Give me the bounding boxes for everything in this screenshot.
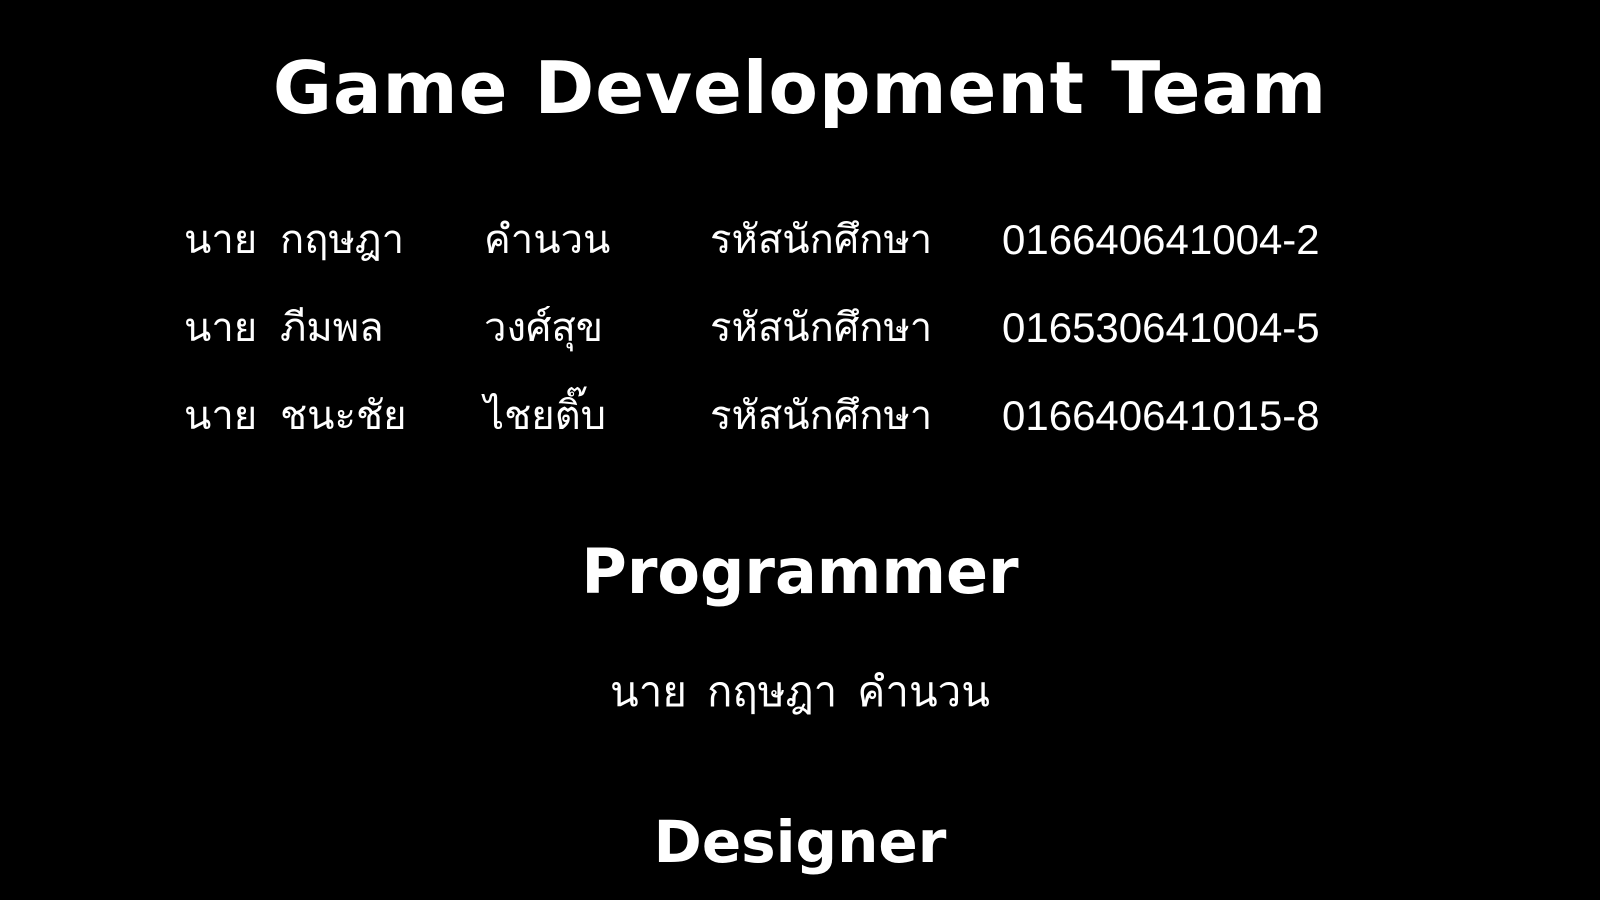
member-first-name: ชนะชัย [280, 393, 407, 439]
member-prefix: นาย [184, 393, 258, 439]
designer-heading: Designer [653, 808, 947, 876]
member-prefix: นาย [184, 305, 258, 351]
student-id-label: รหัสนักศึกษา [710, 393, 933, 439]
member-prefix: นาย [184, 217, 258, 263]
programmer-heading: Programmer [581, 535, 1019, 608]
programmer-last-name: คำนวน [857, 667, 990, 716]
member-last-name: วงศ์สุข [484, 305, 604, 351]
member-last-name: คำนวน [484, 217, 611, 263]
member-last-name: ไชยติ๊บ [484, 393, 607, 439]
team-member-row: นาย ชนะชัย ไชยติ๊บ รหัสนักศึกษา 01664064… [184, 390, 1344, 478]
credits-screen: Game Development Team นาย กฤษฎา คำนวน รห… [0, 0, 1600, 900]
student-id-label: รหัสนักศึกษา [710, 217, 933, 263]
member-first-name: ภีมพล [280, 305, 384, 351]
student-id-value: 016640641015-8 [1002, 392, 1320, 439]
programmer-first-name: กฤษฎา [706, 667, 838, 716]
programmer-prefix: นาย [610, 667, 687, 716]
team-member-list: นาย กฤษฎา คำนวน รหัสนักศึกษา 01664064100… [184, 214, 1344, 478]
programmer-name: นาย กฤษฎา คำนวน [0, 664, 1600, 720]
student-id-label: รหัสนักศึกษา [710, 305, 933, 351]
member-first-name: กฤษฎา [280, 217, 405, 263]
student-id-value: 016530641004-5 [1002, 304, 1320, 351]
team-member-row: นาย กฤษฎา คำนวน รหัสนักศึกษา 01664064100… [184, 214, 1344, 302]
student-id-value: 016640641004-2 [1002, 216, 1320, 263]
page-title: Game Development Team [272, 46, 1328, 130]
team-member-row: นาย ภีมพล วงศ์สุข รหัสนักศึกษา 016530641… [184, 302, 1344, 390]
